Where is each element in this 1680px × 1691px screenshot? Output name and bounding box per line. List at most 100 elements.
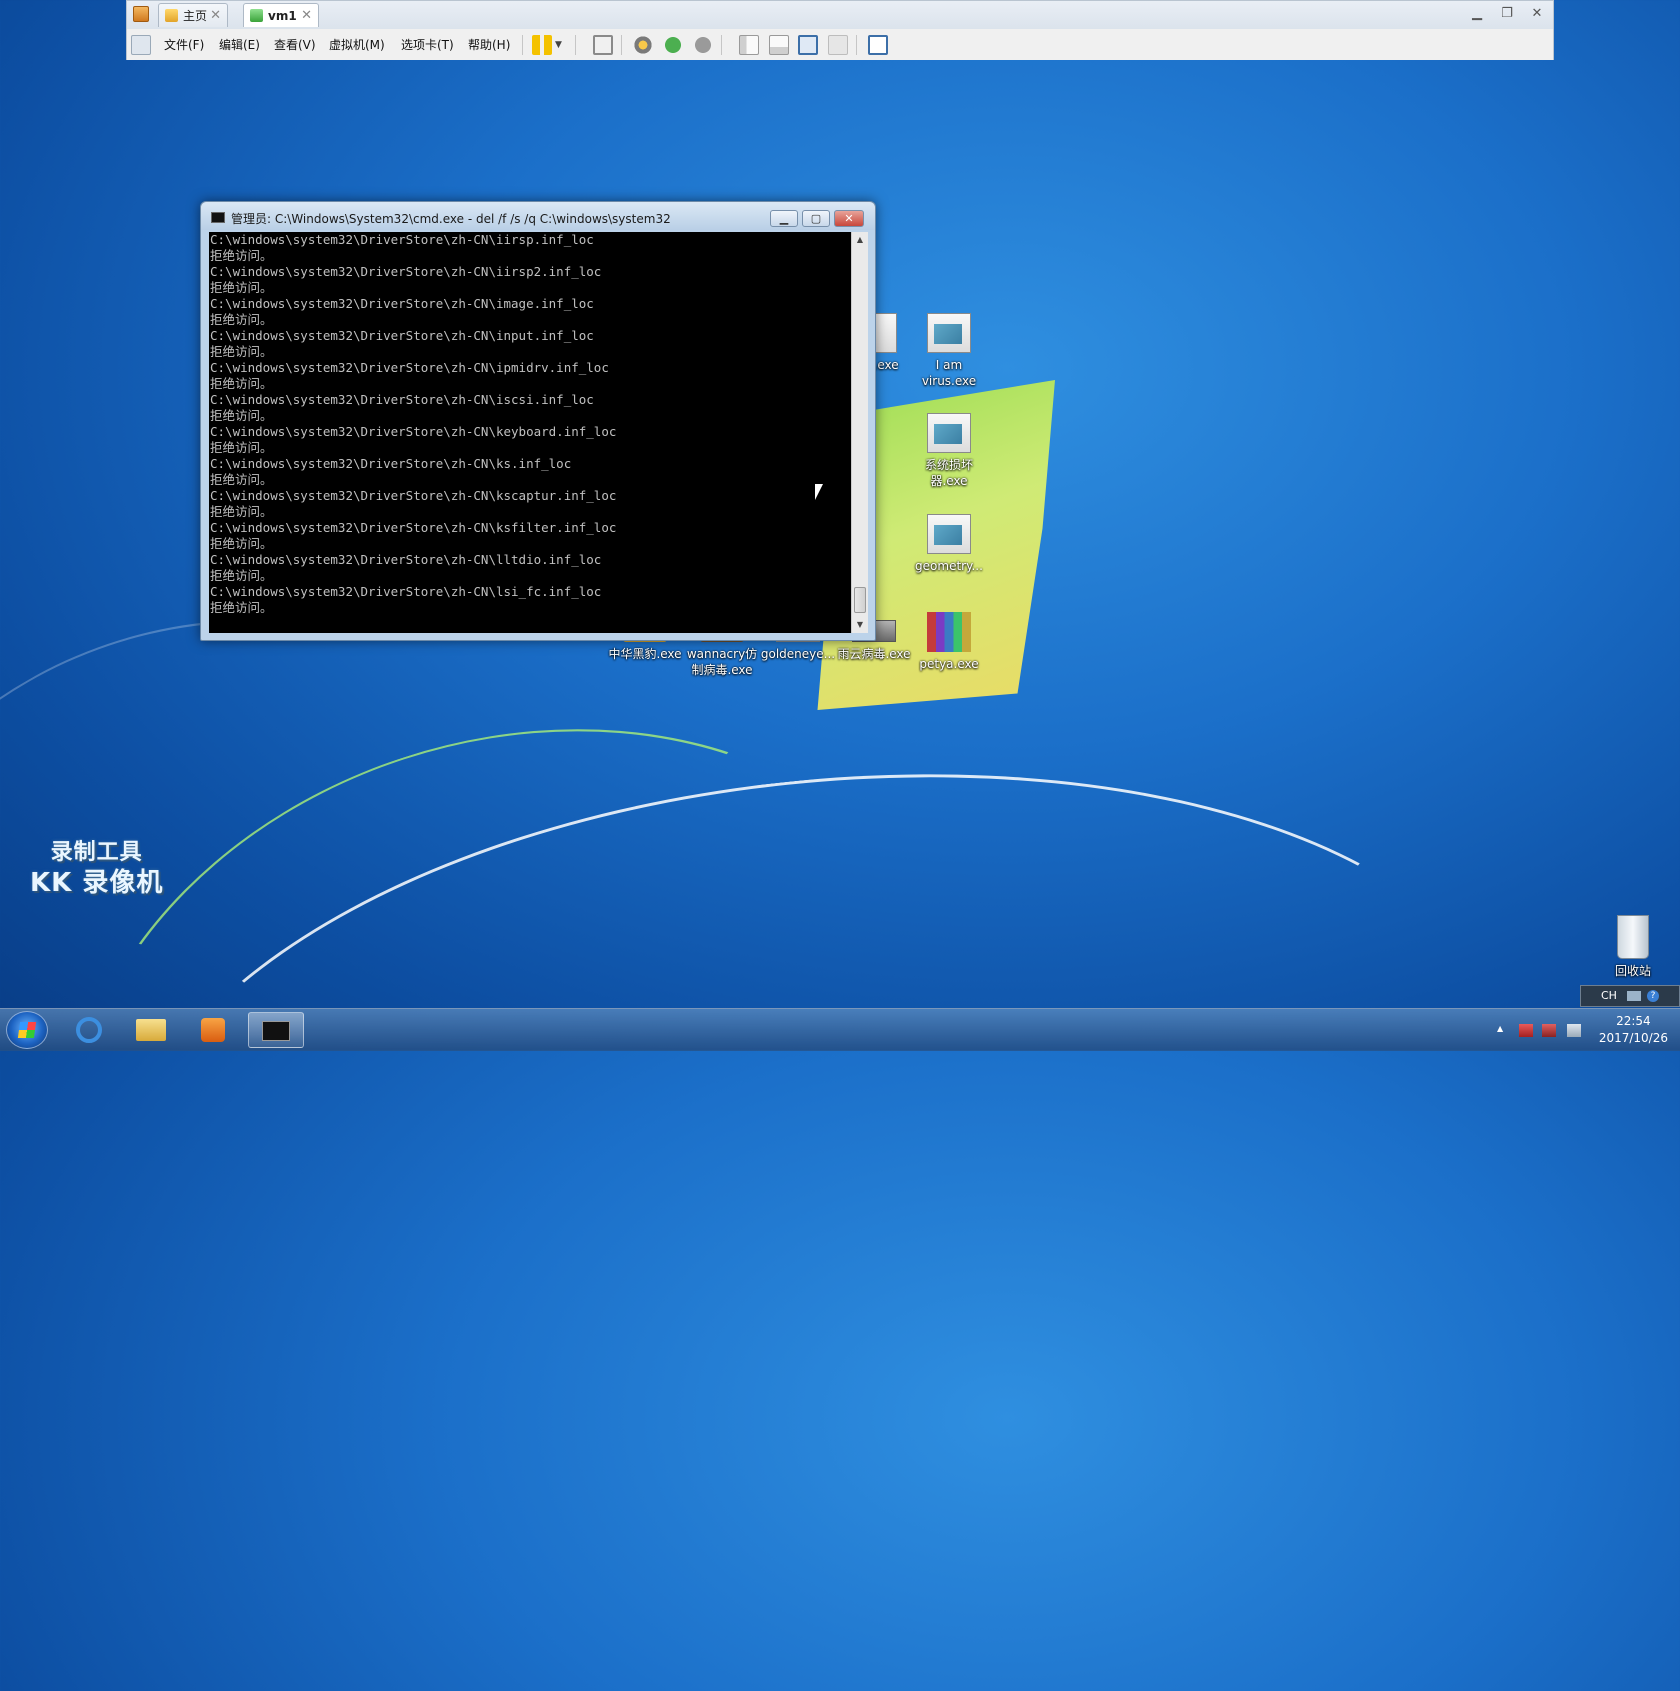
tab-label: vm1	[268, 8, 297, 23]
pause-icon[interactable]	[532, 35, 552, 55]
console-line: 拒绝访问。	[210, 568, 273, 583]
console-line: C:\windows\system32\DriverStore\zh-CN\ke…	[210, 424, 617, 439]
console-line: 拒绝访问。	[210, 600, 273, 615]
console-line: 拒绝访问。	[210, 280, 273, 295]
console-line: C:\windows\system32\DriverStore\zh-CN\in…	[210, 328, 594, 343]
tab-vm1[interactable]: vm1 ✕	[243, 3, 319, 27]
action-center-icon[interactable]	[1519, 1024, 1533, 1037]
help-icon[interactable]: ?	[1647, 990, 1659, 1002]
toolbar-separator	[522, 35, 523, 55]
keyboard-icon[interactable]	[1627, 991, 1641, 1001]
restore-button[interactable]: ❐	[1497, 5, 1517, 23]
console-line: 拒绝访问。	[210, 504, 273, 519]
menu-view[interactable]: 查看(V)	[274, 36, 316, 53]
console-line: C:\windows\system32\DriverStore\zh-CN\ii…	[210, 264, 602, 279]
taskbar-media-player[interactable]	[188, 1012, 238, 1048]
wallpaper-swoosh	[0, 617, 1053, 1568]
network-icon[interactable]	[1542, 1024, 1556, 1037]
tab-home[interactable]: 主页 ✕	[158, 3, 228, 27]
console-line: 拒绝访问。	[210, 472, 273, 487]
cmd-icon	[262, 1021, 290, 1041]
watermark-line2: KK 录像机	[30, 868, 164, 898]
console-line: C:\windows\system32\DriverStore\zh-CN\im…	[210, 296, 594, 311]
start-button[interactable]	[6, 1011, 48, 1049]
cmd-maximize-button[interactable]: ▢	[802, 210, 830, 227]
scroll-thumb[interactable]	[854, 587, 866, 613]
scroll-up-icon[interactable]: ▲	[852, 232, 868, 248]
media-player-icon	[201, 1018, 225, 1042]
chevron-down-icon[interactable]: ▼	[555, 35, 567, 55]
taskbar-cmd[interactable]	[248, 1012, 304, 1048]
scroll-down-icon[interactable]: ▼	[852, 617, 868, 633]
exe-icon	[927, 514, 971, 554]
taskbar-ie[interactable]	[64, 1012, 114, 1048]
snapshot-icon[interactable]	[633, 35, 653, 55]
language-indicator[interactable]: CH	[1601, 989, 1617, 1002]
menu-tabs[interactable]: 选项卡(T)	[401, 36, 454, 53]
toolbar-separator	[621, 35, 622, 55]
desktop-icon-label: geometry...	[915, 559, 983, 573]
desktop-icon-label: I am virus.exe	[921, 358, 977, 388]
console-line: 拒绝访问。	[210, 248, 273, 263]
internet-explorer-icon	[76, 1017, 102, 1043]
console-line: C:\windows\system32\DriverStore\zh-CN\ll…	[210, 552, 602, 567]
send-ctrl-alt-del-icon[interactable]	[593, 35, 613, 55]
console-line: 拒绝访问。	[210, 344, 273, 359]
exe-icon	[927, 313, 971, 353]
close-icon[interactable]: ✕	[210, 8, 221, 23]
close-icon[interactable]: ✕	[301, 8, 312, 23]
desktop-icon-geometry[interactable]: geometry...	[910, 514, 988, 574]
minimize-button[interactable]: ▁	[1467, 5, 1487, 23]
cmd-window-title: 管理员: C:\Windows\System32\cmd.exe - del /…	[231, 212, 671, 226]
desktop-icon-system-destroyer[interactable]: 系统损坏器.exe	[910, 413, 988, 489]
desktop-icon-label: 中华黑豹.exe	[608, 647, 682, 661]
sidebar-toggle-icon[interactable]	[739, 35, 759, 55]
clock-date: 2017/10/26	[1598, 1031, 1668, 1045]
desktop-icon-recycle-bin[interactable]: 回收站	[1594, 915, 1672, 979]
wallpaper-swoosh	[86, 708, 1560, 1558]
console-line: C:\windows\system32\DriverStore\zh-CN\ii…	[210, 232, 594, 247]
menu-file[interactable]: 文件(F)	[164, 36, 204, 53]
console-line: C:\windows\system32\DriverStore\zh-CN\ip…	[210, 360, 609, 375]
fullscreen-icon[interactable]	[798, 35, 818, 55]
menu-vm[interactable]: 虚拟机(M)	[329, 36, 385, 53]
revert-snapshot-icon[interactable]	[663, 35, 683, 55]
desktop-icon-label: 系统损坏器.exe	[924, 458, 973, 488]
toolbar-separator	[856, 35, 857, 55]
menu-help[interactable]: 帮助(H)	[468, 36, 510, 53]
taskbar: ▲ 22:54 2017/10/26	[0, 1008, 1680, 1051]
vmware-app-icon[interactable]	[133, 6, 149, 22]
vm-window: 主页 ✕ vm1 ✕ ▁ ❐ ✕ 文件(F) 编辑(E) 查看(V) 虚拟机(M…	[126, 0, 1554, 60]
close-button[interactable]: ✕	[1527, 5, 1547, 23]
cmd-minimize-button[interactable]: ▁	[770, 210, 798, 227]
volume-icon[interactable]	[1567, 1024, 1581, 1037]
thumbnail-bar-icon[interactable]	[769, 35, 789, 55]
vm-icon	[250, 9, 263, 22]
taskbar-explorer[interactable]	[126, 1012, 176, 1048]
desktop-icon-petya[interactable]: petya.exe	[910, 612, 988, 672]
recycle-bin-icon	[1617, 915, 1649, 959]
pin-icon[interactable]	[131, 35, 151, 55]
console-line: C:\windows\system32\DriverStore\zh-CN\ls…	[210, 584, 602, 599]
cmd-console-output[interactable]: C:\windows\system32\DriverStore\zh-CN\ii…	[209, 232, 851, 633]
tab-label: 主页	[183, 9, 208, 23]
tray-expand-icon[interactable]: ▲	[1497, 1024, 1507, 1037]
console-line: C:\windows\system32\DriverStore\zh-CN\ks…	[210, 456, 572, 471]
console-line: 拒绝访问。	[210, 312, 273, 327]
desktop-icon-i-am-virus[interactable]: I am virus.exe	[910, 313, 988, 389]
snapshot-manager-icon[interactable]	[693, 35, 713, 55]
console-line: 拒绝访问。	[210, 440, 273, 455]
clock[interactable]: 22:54 2017/10/26	[1599, 1013, 1668, 1047]
exe-icon	[927, 413, 971, 453]
console-line: 拒绝访问。	[210, 376, 273, 391]
console-line: C:\windows\system32\DriverStore\zh-CN\ks…	[210, 520, 617, 535]
console-line: 拒绝访问。	[210, 408, 273, 423]
menu-edit[interactable]: 编辑(E)	[219, 36, 260, 53]
vm-tab-bar: 主页 ✕ vm1 ✕ ▁ ❐ ✕	[127, 1, 1553, 29]
console-view-icon[interactable]	[868, 35, 888, 55]
cmd-titlebar[interactable]: 管理员: C:\Windows\System32\cmd.exe - del /…	[201, 202, 875, 230]
unity-icon[interactable]	[828, 35, 848, 55]
cmd-close-button[interactable]: ✕	[834, 210, 864, 227]
cmd-scrollbar[interactable]: ▲ ▼	[851, 232, 868, 633]
language-bar[interactable]: CH ?	[1580, 985, 1680, 1007]
